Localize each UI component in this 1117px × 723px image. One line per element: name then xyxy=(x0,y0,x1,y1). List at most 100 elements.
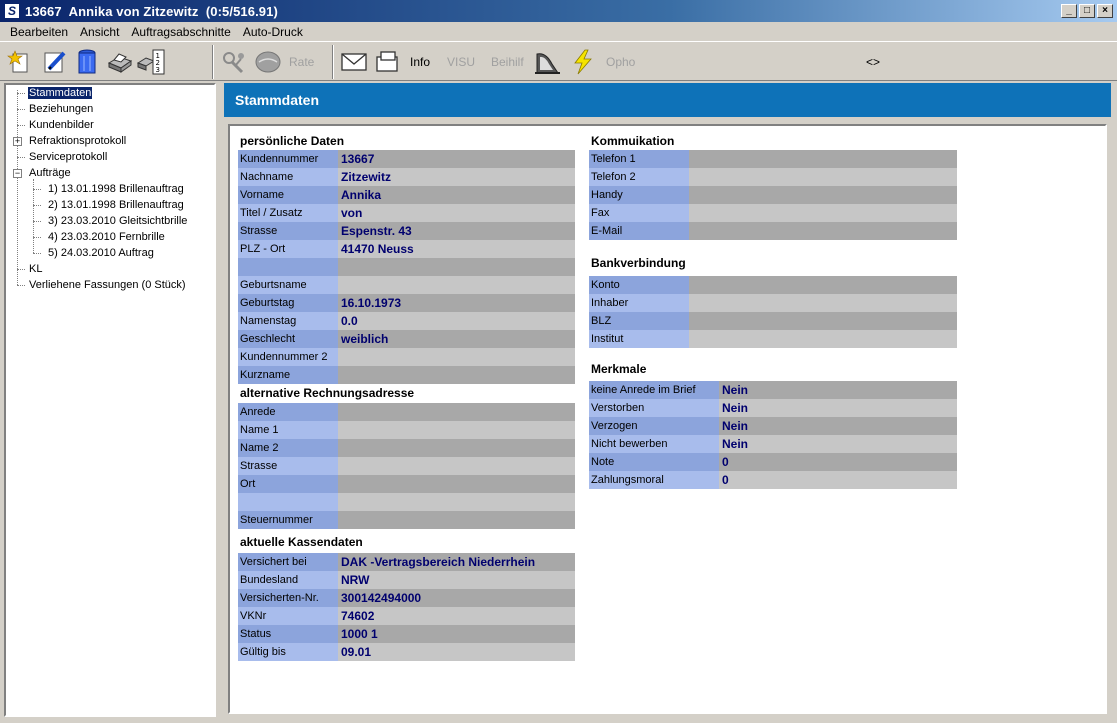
field-value[interactable] xyxy=(689,330,957,348)
field-row: Institut xyxy=(589,330,957,348)
close-button[interactable]: × xyxy=(1097,4,1113,18)
field-label: Strasse xyxy=(238,457,338,475)
field-value[interactable]: 300142494000 xyxy=(338,589,575,607)
field-row: Geschlecht weiblich xyxy=(238,330,575,348)
field-value[interactable] xyxy=(689,150,957,168)
visu-button: VISU xyxy=(447,55,476,69)
field-value[interactable]: Nein xyxy=(719,399,957,417)
tree-expander-auftraege[interactable]: − xyxy=(13,169,22,178)
field-label xyxy=(238,258,338,276)
edit-pen-icon[interactable] xyxy=(40,46,70,78)
field-row: Handy xyxy=(589,186,957,204)
minimize-button[interactable]: _ xyxy=(1061,4,1077,18)
field-value[interactable]: NRW xyxy=(338,571,575,589)
section-title-bank: Bankverbindung xyxy=(591,256,686,270)
opho-button: Opho xyxy=(606,55,636,69)
field-row: Ort xyxy=(238,475,575,493)
tree-item-order-2[interactable]: 2) 13.01.1998 Brillenauftrag xyxy=(48,198,184,213)
field-row: Telefon 2 xyxy=(589,168,957,186)
field-value[interactable]: 09.01 xyxy=(338,643,575,661)
navigation-tree[interactable]: Stammdaten Beziehungen Kundenbilder + Re… xyxy=(4,83,216,717)
field-row: Geburtstag 16.10.1973 xyxy=(238,294,575,312)
field-label: Ort xyxy=(238,475,338,493)
field-value[interactable]: 41470 Neuss xyxy=(338,240,575,258)
field-value[interactable] xyxy=(689,294,957,312)
field-value[interactable]: 0 xyxy=(719,471,957,489)
field-value[interactable]: Zitzewitz xyxy=(338,168,575,186)
field-row xyxy=(238,258,575,276)
field-label: Geschlecht xyxy=(238,330,338,348)
nav-arrows-button[interactable]: <> xyxy=(866,46,880,78)
field-value[interactable] xyxy=(689,312,957,330)
lightning-icon[interactable] xyxy=(568,46,598,78)
field-value[interactable] xyxy=(338,348,575,366)
field-value[interactable]: 0 xyxy=(719,453,957,471)
tool-disabled-icon xyxy=(220,46,250,78)
maximize-button[interactable]: □ xyxy=(1079,4,1095,18)
tree-item-verliehene-fassungen[interactable]: Verliehene Fassungen (0 Stück) xyxy=(29,278,186,293)
tree-item-order-3[interactable]: 3) 23.03.2010 Gleitsichtbrille xyxy=(48,214,187,229)
tree-item-serviceprotokoll[interactable]: Serviceprotokoll xyxy=(29,150,107,165)
field-label: BLZ xyxy=(589,312,689,330)
field-row: Kundennummer 2 xyxy=(238,348,575,366)
field-row: Nachname Zitzewitz xyxy=(238,168,575,186)
field-value[interactable] xyxy=(338,475,575,493)
field-value[interactable]: DAK -Vertragsbereich Niederrhein xyxy=(338,553,575,571)
field-value[interactable] xyxy=(338,366,575,384)
page-title: Stammdaten xyxy=(224,83,1111,117)
field-value[interactable] xyxy=(338,439,575,457)
print-icon[interactable] xyxy=(104,46,134,78)
field-value[interactable]: 13667 xyxy=(338,150,575,168)
field-value[interactable]: Annika xyxy=(338,186,575,204)
field-value[interactable]: weiblich xyxy=(338,330,575,348)
field-value[interactable] xyxy=(689,222,957,240)
app-icon[interactable]: S xyxy=(4,3,20,19)
tree-expander-refraktionsprotokoll[interactable]: + xyxy=(13,137,22,146)
field-label: Zahlungsmoral xyxy=(589,471,719,489)
field-value[interactable]: 1000 1 xyxy=(338,625,575,643)
field-value[interactable] xyxy=(338,511,575,529)
tree-item-stammdaten[interactable]: Stammdaten xyxy=(26,86,94,101)
tree-item-order-5[interactable]: 5) 24.03.2010 Auftrag xyxy=(48,246,154,261)
field-value[interactable]: Nein xyxy=(719,417,957,435)
field-value[interactable]: 74602 xyxy=(338,607,575,625)
new-icon[interactable] xyxy=(5,46,35,78)
field-value[interactable]: von xyxy=(338,204,575,222)
field-value[interactable] xyxy=(338,276,575,294)
field-value[interactable] xyxy=(689,204,957,222)
field-value[interactable] xyxy=(338,457,575,475)
field-label: Inhaber xyxy=(589,294,689,312)
menu-auto-druck[interactable]: Auto-Druck xyxy=(237,25,309,39)
field-value[interactable] xyxy=(689,168,957,186)
field-value[interactable]: Espenstr. 43 xyxy=(338,222,575,240)
field-row: PLZ - Ort 41470 Neuss xyxy=(238,240,575,258)
scale-icon[interactable] xyxy=(532,46,562,78)
menu-auftragsabschnitte[interactable]: Auftragsabschnitte xyxy=(125,25,236,39)
trash-icon[interactable] xyxy=(72,46,102,78)
tree-item-order-1[interactable]: 1) 13.01.1998 Brillenauftrag xyxy=(48,182,184,197)
field-value[interactable] xyxy=(689,276,957,294)
field-value[interactable]: 16.10.1973 xyxy=(338,294,575,312)
field-value[interactable] xyxy=(338,258,575,276)
field-value[interactable]: Nein xyxy=(719,381,957,399)
field-value[interactable] xyxy=(338,403,575,421)
print-numbered-icon[interactable]: 123 xyxy=(136,46,166,78)
field-value[interactable]: Nein xyxy=(719,435,957,453)
menu-ansicht[interactable]: Ansicht xyxy=(74,25,125,39)
mail-icon[interactable] xyxy=(339,46,369,78)
menu-bearbeiten[interactable]: Bearbeiten xyxy=(4,25,74,39)
field-value[interactable] xyxy=(338,421,575,439)
tree-item-kl[interactable]: KL xyxy=(29,262,42,277)
info-button[interactable]: Info xyxy=(410,46,430,78)
document-icon[interactable] xyxy=(372,46,402,78)
field-value[interactable] xyxy=(689,186,957,204)
tree-item-kundenbilder[interactable]: Kundenbilder xyxy=(29,118,94,133)
tree-item-auftraege[interactable]: Aufträge xyxy=(29,166,71,181)
tree-item-order-4[interactable]: 4) 23.03.2010 Fernbrille xyxy=(48,230,165,245)
tree-item-beziehungen[interactable]: Beziehungen xyxy=(29,102,93,117)
field-value[interactable] xyxy=(338,493,575,511)
tree-item-refraktionsprotokoll[interactable]: Refraktionsprotokoll xyxy=(29,134,126,149)
title-bar[interactable]: S 13667 Annika von Zitzewitz (0:5/516.91… xyxy=(0,0,1117,22)
field-label: Konto xyxy=(589,276,689,294)
field-value[interactable]: 0.0 xyxy=(338,312,575,330)
